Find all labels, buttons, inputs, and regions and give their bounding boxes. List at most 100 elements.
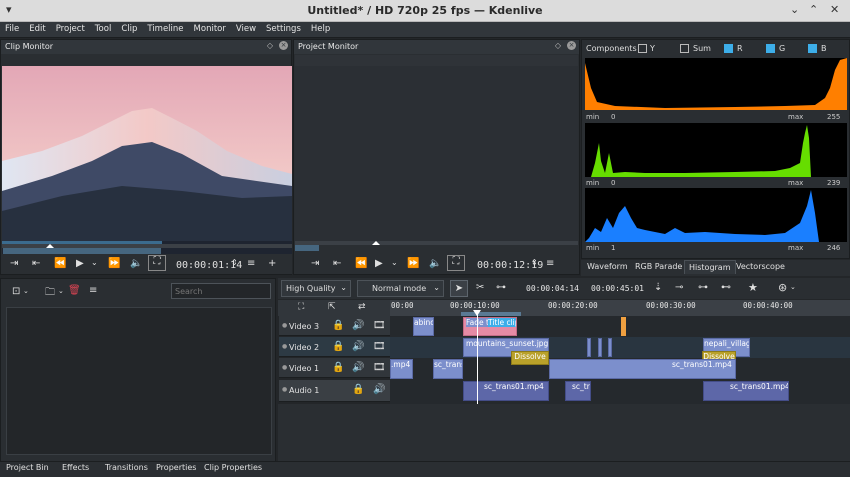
menu-timeline[interactable]: Timeline: [142, 22, 188, 34]
zone-in-icon[interactable]: ⇥: [311, 258, 319, 269]
track-head-audio1[interactable]: ● Audio 1 🔒 🔊: [279, 380, 390, 402]
menu-help[interactable]: Help: [306, 22, 335, 34]
add-clip-icon[interactable]: ⊡: [12, 286, 20, 297]
lock-icon[interactable]: 🔒: [332, 341, 344, 352]
timecode-spin-icon[interactable]: ⇕: [231, 258, 238, 267]
b-checkbox[interactable]: [808, 44, 817, 53]
audio-clip[interactable]: sc_trans01.mp4: [703, 381, 789, 401]
track-head-video1[interactable]: ● Video 1 🔒 🔊 🎞: [279, 358, 390, 378]
volume-icon[interactable]: 🔈: [429, 258, 441, 269]
chevron-down-icon[interactable]: ⌄: [790, 283, 796, 291]
menu-icon[interactable]: ≡: [247, 258, 255, 269]
g-checkbox[interactable]: [766, 44, 775, 53]
title-clip[interactable]: Fade t Title clip: [463, 317, 517, 336]
chevron-down-icon[interactable]: ⌄: [91, 258, 98, 267]
clip[interactable]: [608, 338, 612, 357]
close-window-icon[interactable]: ✕: [830, 3, 839, 16]
clip[interactable]: abinc: [413, 317, 434, 336]
rewind-icon[interactable]: ⏪: [355, 258, 367, 269]
tab-vectorscope[interactable]: Vectorscope: [732, 260, 789, 274]
forward-icon[interactable]: ⏩: [108, 258, 120, 269]
audio-clip[interactable]: sc_trans01.mp4: [463, 381, 549, 401]
tab-clip-properties[interactable]: Clip Properties: [204, 463, 262, 472]
delete-icon[interactable]: 🗑: [68, 285, 81, 296]
add-icon[interactable]: +: [268, 258, 276, 269]
play-icon[interactable]: ▶: [76, 258, 84, 269]
edit-mode-select[interactable]: Normal mode ⌄: [357, 280, 444, 297]
folder-icon[interactable]: 🗀: [45, 285, 55, 302]
dissolve-transition[interactable]: Dissolve: [511, 351, 549, 365]
menu-icon[interactable]: ≡: [89, 285, 97, 296]
tab-waveform[interactable]: Waveform: [583, 260, 632, 274]
timecode-spin-icon[interactable]: ⇕: [531, 258, 538, 267]
tab-histogram[interactable]: Histogram: [684, 260, 736, 274]
tab-properties[interactable]: Properties: [156, 463, 196, 472]
overwrite-icon[interactable]: ⊸: [675, 282, 683, 293]
volume-icon[interactable]: 🔈: [130, 258, 142, 269]
chevron-down-icon[interactable]: ⌄: [23, 287, 29, 295]
menu-monitor[interactable]: Monitor: [189, 22, 231, 34]
clip[interactable]: sc_trans01.mp4: [549, 359, 736, 379]
fit-icon[interactable]: ⛶: [298, 302, 304, 312]
select-tool-icon[interactable]: ➤: [450, 280, 468, 297]
y-checkbox[interactable]: [638, 44, 647, 53]
lock-icon[interactable]: 🔒: [332, 362, 344, 373]
tab-rgb-parade[interactable]: RGB Parade: [631, 260, 686, 274]
float-icon[interactable]: ◇: [267, 41, 273, 50]
track-options-icon[interactable]: ⇄: [358, 302, 366, 312]
clip[interactable]: .mp4: [390, 359, 413, 379]
razor-tool-icon[interactable]: ✂: [476, 282, 484, 293]
fit-zone-icon[interactable]: ⛶: [148, 255, 166, 271]
spacer-tool-icon[interactable]: ⊶: [496, 282, 506, 293]
audio-icon[interactable]: 🔊: [352, 341, 364, 352]
film-icon[interactable]: 🎞: [373, 341, 386, 352]
film-icon[interactable]: 🎞: [373, 362, 386, 373]
audio-icon[interactable]: 🔊: [352, 362, 364, 373]
maximize-icon[interactable]: ⌃: [809, 3, 818, 16]
tab-effects[interactable]: Effects: [62, 463, 89, 472]
quality-select[interactable]: High Quality ⌄: [281, 280, 351, 297]
favorite-icon[interactable]: ★: [748, 281, 758, 294]
compositing-icon[interactable]: ⊛: [778, 281, 787, 294]
zone-out-icon[interactable]: ⇤: [333, 258, 341, 269]
float-icon[interactable]: ◇: [555, 41, 561, 50]
zone-in-icon[interactable]: ⇥: [10, 258, 18, 269]
close-icon[interactable]: ×: [279, 41, 288, 50]
menu-icon[interactable]: ≡: [546, 258, 554, 269]
snap-icon[interactable]: ⇱: [328, 302, 336, 312]
audio-clip[interactable]: sc_tr: [565, 381, 591, 401]
bin-search-input[interactable]: [171, 283, 271, 299]
track-head-video2[interactable]: ● Video 2 🔒 🔊 🎞: [279, 337, 390, 357]
timeline-ruler[interactable]: 00:00 00:00:10:00 00:00:20:00 00:00:30:0…: [390, 300, 850, 316]
lock-icon[interactable]: 🔒: [352, 384, 364, 395]
minimize-icon[interactable]: ⌄: [790, 3, 799, 16]
film-icon[interactable]: 🎞: [373, 320, 386, 331]
insert-icon[interactable]: ⇣: [654, 282, 662, 293]
play-icon[interactable]: ▶: [375, 258, 383, 269]
clip[interactable]: [598, 338, 602, 357]
rewind-icon[interactable]: ⏪: [54, 258, 66, 269]
audio-icon[interactable]: 🔊: [352, 320, 364, 331]
zone-out-icon[interactable]: ⇤: [32, 258, 40, 269]
timeline-position[interactable]: 00:00:04:14: [526, 284, 579, 293]
fit-zone-icon[interactable]: ⛶: [447, 255, 465, 271]
menu-clip[interactable]: Clip: [116, 22, 142, 34]
clip-marker[interactable]: [621, 317, 626, 336]
menu-edit[interactable]: Edit: [24, 22, 50, 34]
playhead-line[interactable]: [477, 310, 478, 404]
menu-file[interactable]: File: [0, 22, 24, 34]
audio-icon[interactable]: 🔊: [373, 384, 385, 395]
chevron-down-icon[interactable]: ⌄: [58, 287, 64, 295]
close-icon[interactable]: ×: [567, 41, 576, 50]
menu-tool[interactable]: Tool: [90, 22, 117, 34]
sum-checkbox[interactable]: [680, 44, 689, 53]
lock-icon[interactable]: 🔒: [332, 320, 344, 331]
tab-project-bin[interactable]: Project Bin: [6, 463, 49, 472]
extract-icon[interactable]: ⊶: [698, 282, 708, 293]
chevron-down-icon[interactable]: ⌄: [391, 258, 398, 267]
menu-project[interactable]: Project: [51, 22, 90, 34]
bin-list[interactable]: [6, 307, 272, 455]
clip[interactable]: [587, 338, 591, 357]
forward-icon[interactable]: ⏩: [407, 258, 419, 269]
menu-view[interactable]: View: [231, 22, 261, 34]
